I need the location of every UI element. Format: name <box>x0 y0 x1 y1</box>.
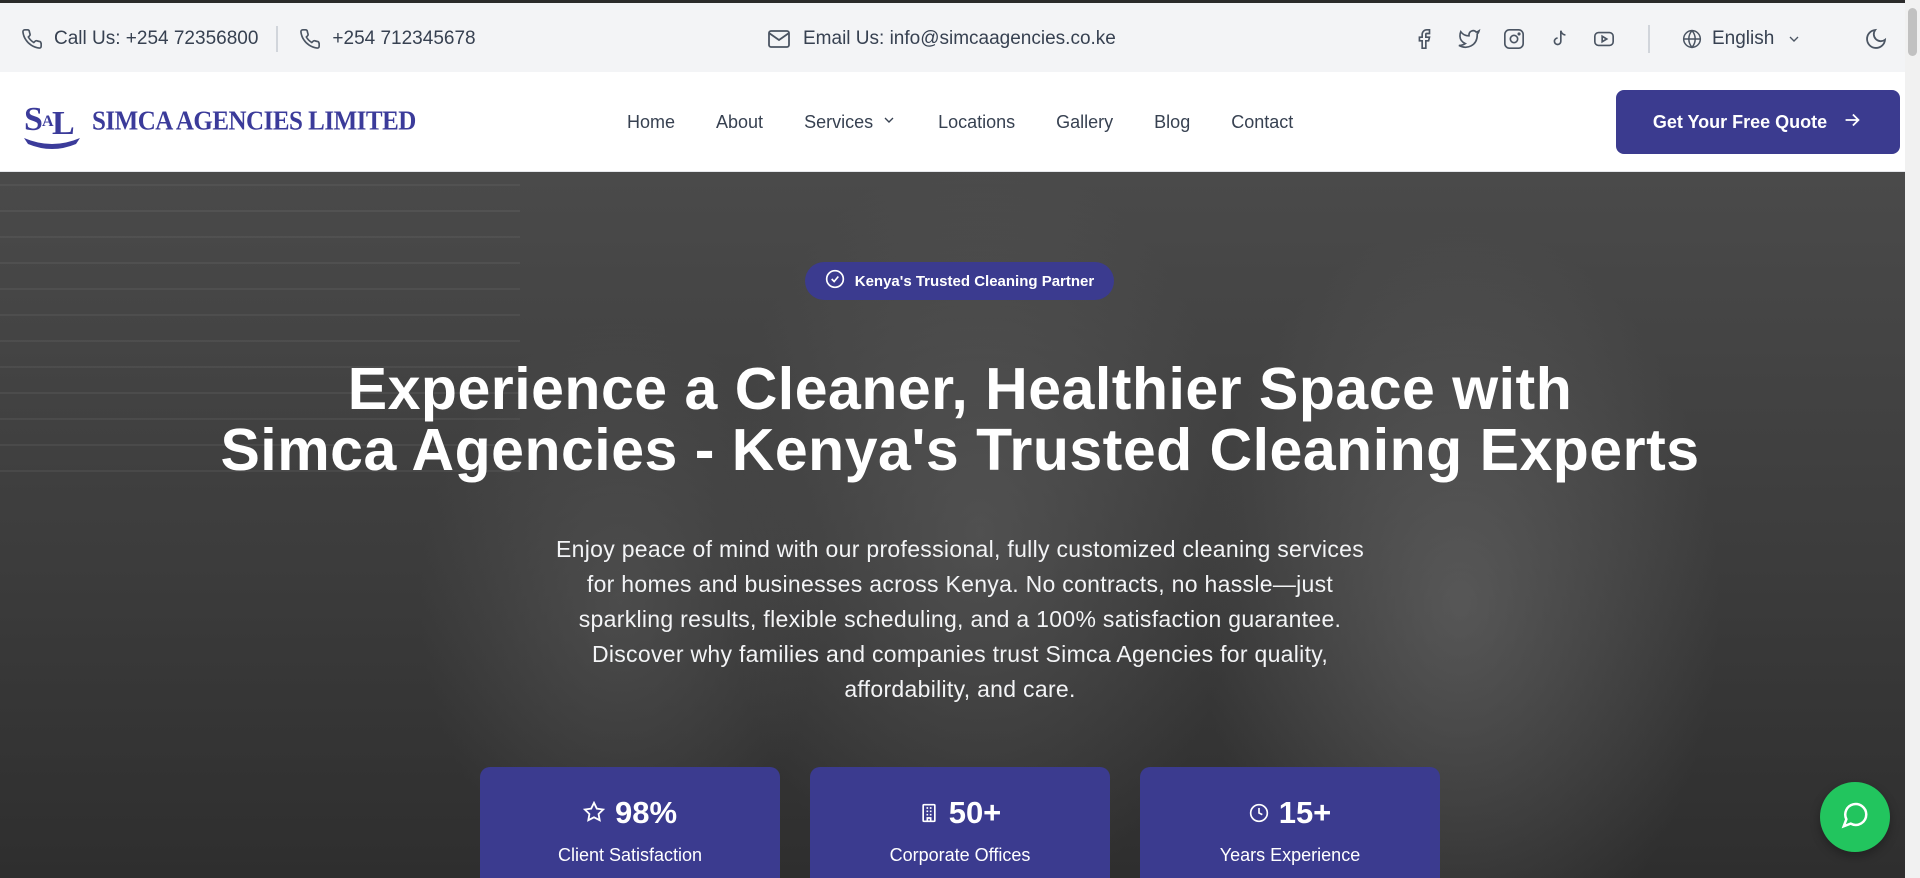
social-links <box>1410 3 1618 75</box>
primary-menu: Home About Services Locations Gallery Bl… <box>627 72 1293 172</box>
arrow-right-icon <box>1841 109 1863 136</box>
nav-blog[interactable]: Blog <box>1154 112 1190 133</box>
call-us-link[interactable]: Call Us: +254 72356800 <box>54 28 258 50</box>
stat-label: Years Experience <box>1219 845 1361 865</box>
nav-about[interactable]: About <box>716 112 763 133</box>
stat-card-satisfaction: 98% Client Satisfaction <box>480 767 780 878</box>
contact-email: Email Us: info@simcaagencies.co.ke <box>765 3 1116 75</box>
divider <box>1648 25 1650 53</box>
youtube-icon[interactable] <box>1590 25 1618 53</box>
stat-value: 98% <box>614 795 678 830</box>
get-quote-label: Get Your Free Quote <box>1652 111 1828 132</box>
globe-icon <box>1678 25 1706 53</box>
hero-title-line-1: Experience a Cleaner, Healthier Space wi… <box>347 356 1573 422</box>
mail-icon <box>765 25 793 53</box>
svg-text:L: L <box>52 105 75 142</box>
nav-home[interactable]: Home <box>627 112 675 133</box>
nav-gallery[interactable]: Gallery <box>1056 112 1113 133</box>
facebook-icon[interactable] <box>1410 25 1438 53</box>
building-icon <box>919 795 939 831</box>
main-navbar: S A L SIMCA AGENCIES LIMITED Home About … <box>0 72 1905 172</box>
nav-services[interactable]: Services <box>804 112 897 133</box>
stat-card-experience: 15+ Years Experience <box>1140 767 1440 878</box>
nav-contact[interactable]: Contact <box>1231 112 1293 133</box>
language-selector[interactable]: English <box>1678 3 1808 75</box>
contact-phones: Call Us: +254 72356800 +254 712345678 <box>18 3 476 75</box>
hero-section: Kenya's Trusted Cleaning Partner Experie… <box>0 172 1905 878</box>
logo-text: SIMCA AGENCIES LIMITED <box>92 106 416 137</box>
chat-button[interactable] <box>1820 782 1890 852</box>
instagram-icon[interactable] <box>1500 25 1528 53</box>
hero-description: Enjoy peace of mind with our professiona… <box>555 536 1365 702</box>
logo-emblem-icon: S A L <box>24 101 80 149</box>
trusted-badge: Kenya's Trusted Cleaning Partner <box>805 262 1114 300</box>
site-logo[interactable]: S A L SIMCA AGENCIES LIMITED <box>20 92 416 152</box>
email-link[interactable]: Email Us: info@simcaagencies.co.ke <box>803 28 1116 50</box>
stat-value: 15+ <box>1278 795 1332 830</box>
tiktok-icon[interactable] <box>1545 25 1573 53</box>
stat-card-offices: 50+ Corporate Offices <box>810 767 1110 878</box>
language-label: English <box>1712 28 1775 49</box>
twitter-icon[interactable] <box>1455 25 1483 53</box>
badge-label: Kenya's Trusted Cleaning Partner <box>854 272 1095 290</box>
message-circle-icon <box>1840 800 1870 835</box>
divider <box>276 26 279 52</box>
stat-label: Client Satisfaction <box>557 845 703 865</box>
phone-2-link[interactable]: +254 712345678 <box>332 28 475 50</box>
stat-value: 50+ <box>948 795 1002 830</box>
hero-title: Experience a Cleaner, Healthier Space wi… <box>0 359 1905 481</box>
hero-title-line-2: Simca Agencies - Kenya's Trusted Cleanin… <box>220 417 1700 483</box>
stat-label: Corporate Offices <box>889 845 1031 865</box>
check-circle-icon <box>825 269 845 293</box>
moon-icon[interactable] <box>1862 25 1890 53</box>
clock-icon <box>1249 795 1269 831</box>
phone-icon <box>18 25 46 53</box>
chevron-down-icon <box>881 112 897 133</box>
nav-locations[interactable]: Locations <box>938 112 1015 133</box>
top-bar: Call Us: +254 72356800 +254 712345678 Em… <box>0 0 1905 72</box>
star-icon <box>582 795 606 831</box>
nav-services-label: Services <box>804 111 874 132</box>
get-quote-button[interactable]: Get Your Free Quote <box>1616 90 1900 154</box>
phone-icon <box>296 25 324 53</box>
page-scrollbar[interactable] <box>1905 0 1920 878</box>
scrollbar-thumb[interactable] <box>1908 8 1917 56</box>
svg-text:S: S <box>24 101 43 138</box>
chevron-down-icon <box>1780 25 1808 53</box>
